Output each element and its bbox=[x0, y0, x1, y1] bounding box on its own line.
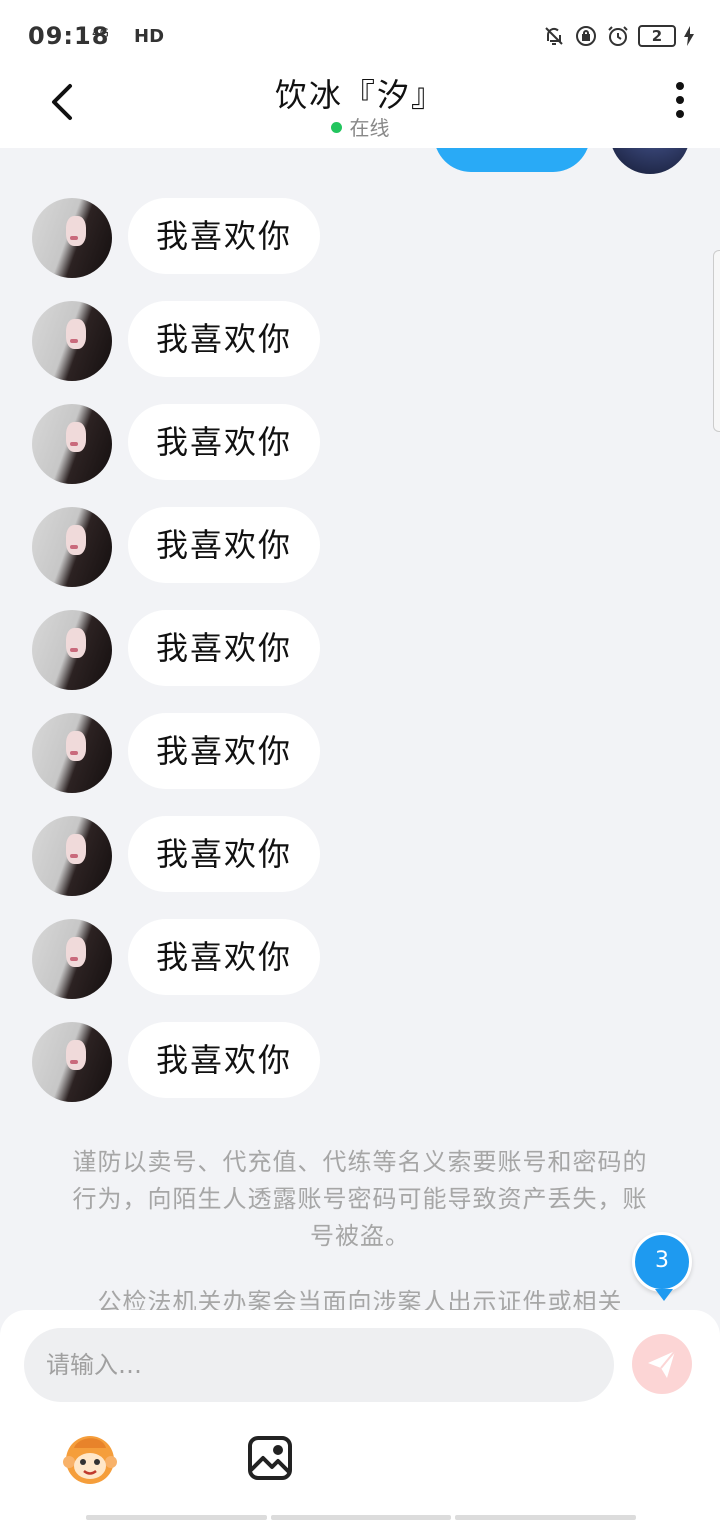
lock-rotation-icon bbox=[576, 26, 596, 46]
message-bubble[interactable]: 我喜欢你 bbox=[128, 816, 320, 892]
presence-label: 在线 bbox=[349, 116, 390, 140]
contact-avatar[interactable] bbox=[32, 713, 112, 793]
message-list[interactable]: 我喜欢你 我喜欢你 我喜欢你 我喜欢你 我喜欢你 我喜欢你 我喜欢你 我喜欢你 … bbox=[0, 148, 720, 1310]
contact-avatar[interactable] bbox=[32, 301, 112, 381]
send-button[interactable] bbox=[632, 1334, 692, 1394]
message-bubble[interactable]: 我喜欢你 bbox=[128, 198, 320, 274]
security-notice: 谨防以卖号、代充值、代练等名义索要账号和密码的行为，向陌生人透露账号密码可能导致… bbox=[72, 1148, 648, 1250]
chat-header: 饮冰『汐』 在线 bbox=[0, 72, 720, 148]
message-input[interactable] bbox=[24, 1328, 614, 1402]
send-plane-icon bbox=[648, 1350, 676, 1378]
bottom-indicator bbox=[86, 1515, 637, 1520]
message-bubble[interactable]: 我喜欢你 bbox=[128, 919, 320, 995]
message-bubble[interactable]: 我喜欢你 bbox=[128, 713, 320, 789]
contact-avatar[interactable] bbox=[32, 198, 112, 278]
scrollbar[interactable] bbox=[713, 250, 720, 432]
contact-name: 饮冰『汐』 bbox=[274, 76, 445, 114]
online-dot-icon bbox=[330, 122, 342, 133]
contact-avatar[interactable] bbox=[32, 919, 112, 999]
message-bubble[interactable]: 我喜欢你 bbox=[128, 507, 320, 583]
contact-avatar[interactable] bbox=[32, 610, 112, 690]
status-icons: 2 bbox=[542, 22, 694, 50]
more-options-button[interactable] bbox=[668, 82, 692, 122]
input-panel bbox=[0, 1310, 720, 1520]
charging-icon bbox=[684, 26, 694, 46]
battery-indicator: 2 bbox=[638, 25, 676, 47]
my-avatar[interactable] bbox=[610, 148, 690, 174]
alarm-icon bbox=[608, 26, 628, 46]
status-bar: 09:18 4G HD 2 bbox=[0, 0, 720, 72]
message-bubble[interactable]: 我喜欢你 bbox=[128, 1022, 320, 1098]
contact-avatar[interactable] bbox=[32, 507, 112, 587]
sent-message-bubble[interactable] bbox=[434, 148, 590, 172]
message-bubble[interactable]: 我喜欢你 bbox=[128, 301, 320, 377]
security-notice-continued: 公检法机关办案会当面向涉案人出示证件或相关 bbox=[97, 1288, 623, 1310]
contact-avatar[interactable] bbox=[32, 404, 112, 484]
sticker-monkey-icon[interactable] bbox=[60, 1428, 120, 1488]
message-bubble[interactable]: 我喜欢你 bbox=[128, 610, 320, 686]
presence-status: 在线 bbox=[0, 112, 720, 141]
hd-indicator: HD bbox=[134, 26, 165, 47]
image-picker-icon[interactable] bbox=[240, 1428, 300, 1488]
network-indicator: 4G bbox=[92, 26, 109, 40]
unread-count-badge[interactable]: 3 bbox=[632, 1232, 692, 1301]
contact-avatar[interactable] bbox=[32, 1022, 112, 1102]
contact-avatar[interactable] bbox=[32, 816, 112, 896]
mute-bell-icon bbox=[545, 27, 563, 45]
message-bubble[interactable]: 我喜欢你 bbox=[128, 404, 320, 480]
